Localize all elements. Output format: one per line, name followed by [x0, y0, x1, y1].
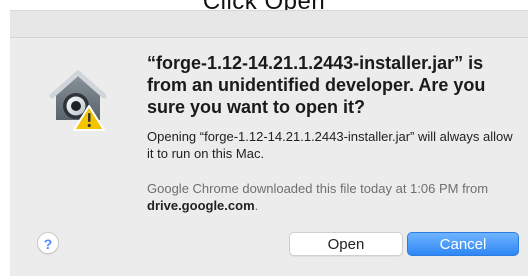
gatekeeper-warning-icon: [49, 70, 107, 131]
help-icon: ?: [43, 236, 53, 252]
security-alert-dialog: “forge-1.12-14.21.1.2443-installer.jar” …: [10, 37, 528, 276]
dialog-content: “forge-1.12-14.21.1.2443-installer.jar” …: [147, 52, 517, 214]
download-info-suffix: .: [254, 198, 259, 213]
help-button[interactable]: ?: [37, 232, 59, 254]
cancel-button[interactable]: Cancel: [407, 232, 519, 256]
dialog-message: Opening “forge-1.12-14.21.1.2443-install…: [147, 129, 513, 161]
download-info: Google Chrome downloaded this file today…: [147, 180, 517, 214]
open-button[interactable]: Open: [289, 232, 403, 256]
window-titlebar: [10, 10, 528, 37]
download-info-text: Google Chrome downloaded this file today…: [147, 181, 489, 196]
screenshot-page: Click Open “forge-1.12-14.21.1.2443-inst…: [0, 0, 528, 276]
dialog-title: “forge-1.12-14.21.1.2443-installer.jar” …: [147, 53, 486, 117]
download-domain: drive.google.com: [147, 198, 255, 213]
